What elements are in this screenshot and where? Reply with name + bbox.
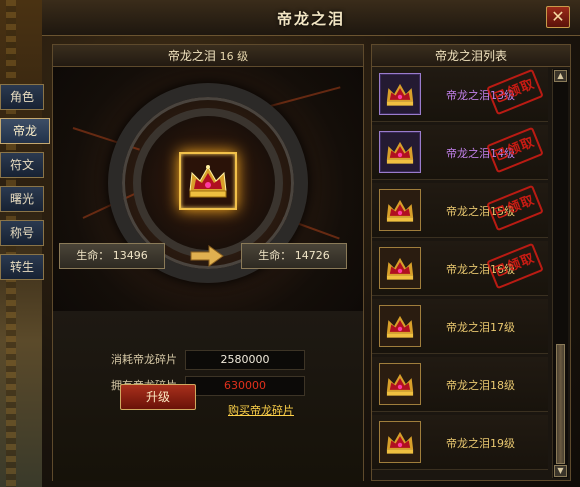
side-tabs: 角色 帝龙 符文 曙光 称号 转生 [0, 84, 52, 288]
cost-row: 消耗帝龙碎片 2580000 [53, 349, 363, 371]
list-item[interactable]: 帝龙之泪16级 已领取 [372, 241, 548, 296]
item-level: 16 级 [219, 50, 249, 63]
list-item[interactable]: 帝龙之泪18级 [372, 357, 548, 412]
buy-fragments-link[interactable]: 购买帝龙碎片 [228, 402, 294, 418]
next-hp-box: 生命： 14726 [241, 243, 347, 269]
tab-dragon[interactable]: 帝龙 [0, 118, 50, 144]
current-hp-label: 生命： [76, 249, 110, 262]
arrow-right-icon [190, 245, 224, 267]
title-bar: 帝龙之泪 ✕ [42, 0, 580, 36]
upgrade-button[interactable]: 升级 [120, 384, 196, 410]
list-item[interactable]: 帝龙之泪14级 已领取 [372, 125, 548, 180]
owned-row: 拥有帝龙碎片 630000 [53, 375, 363, 397]
cost-label: 消耗帝龙碎片 [111, 353, 177, 366]
tab-rune[interactable]: 符文 [0, 152, 44, 178]
next-hp-value: 14726 [294, 249, 330, 262]
cost-area: 消耗帝龙碎片 2580000 拥有帝龙碎片 630000 [53, 311, 363, 481]
tab-title[interactable]: 称号 [0, 220, 44, 246]
reward-list: 帝龙之泪13级 已领取 帝龙之泪14级 已领取 帝龙之泪15级 已领取 帝龙之泪… [372, 67, 550, 480]
current-hp-box: 生命： 13496 [59, 243, 165, 269]
tab-dawn[interactable]: 曙光 [0, 186, 44, 212]
list-item[interactable]: 帝龙之泪15级 已领取 [372, 183, 548, 238]
item-title: 帝龙之泪 [167, 49, 216, 63]
list-item[interactable]: 帝龙之泪19级 [372, 415, 548, 470]
upgrade-panel: 帝龙之泪 16 级 生命： 13496 生命： 14726 消耗帝龙碎片 258… [52, 44, 364, 481]
claimed-stamp: 已领取 [486, 184, 544, 232]
tab-character[interactable]: 角色 [0, 84, 44, 110]
list-title: 帝龙之泪列表 [372, 45, 570, 67]
crown-icon [379, 305, 421, 347]
crown-icon [379, 131, 421, 173]
item-name: 帝龙之泪18级 [446, 379, 515, 392]
current-hp-value: 13496 [112, 249, 148, 262]
owned-value: 630000 [185, 376, 305, 396]
claimed-stamp: 已领取 [486, 242, 544, 290]
list-item[interactable]: 帝龙之泪13级 已领取 [372, 67, 548, 122]
item-name: 帝龙之泪17级 [446, 321, 515, 334]
crown-icon [379, 421, 421, 463]
claimed-stamp: 已领取 [486, 126, 544, 174]
claimed-stamp: 已领取 [486, 68, 544, 116]
scroll-thumb[interactable] [556, 344, 565, 464]
list-item[interactable]: 帝龙之泪17级 [372, 299, 548, 354]
list-scrollbar[interactable]: ▲ ▼ [552, 69, 568, 478]
showcase-scene: 生命： 13496 生命： 14726 [53, 67, 363, 311]
scroll-up-icon[interactable]: ▲ [554, 70, 567, 82]
panel-title: 帝龙之泪 16 级 [53, 45, 363, 67]
crown-icon [189, 165, 227, 198]
item-name: 帝龙之泪19级 [446, 437, 515, 450]
window-title: 帝龙之泪 [276, 10, 345, 28]
game-window: 帝龙之泪 ✕ 角色 帝龙 符文 曙光 称号 转生 帝龙之泪 16 级 生命： 1… [0, 0, 580, 487]
crown-icon [379, 189, 421, 231]
close-button[interactable]: ✕ [546, 6, 570, 28]
crown-slot[interactable] [179, 152, 237, 210]
crown-icon [379, 73, 421, 115]
crown-icon [379, 247, 421, 289]
scroll-down-icon[interactable]: ▼ [554, 465, 567, 477]
cost-value: 2580000 [185, 350, 305, 370]
tab-rebirth[interactable]: 转生 [0, 254, 44, 280]
reward-list-panel: 帝龙之泪列表 帝龙之泪13级 已领取 帝龙之泪14级 已领取 帝龙之泪15级 已… [371, 44, 571, 481]
next-hp-label: 生命： [258, 249, 292, 262]
crown-icon [379, 363, 421, 405]
